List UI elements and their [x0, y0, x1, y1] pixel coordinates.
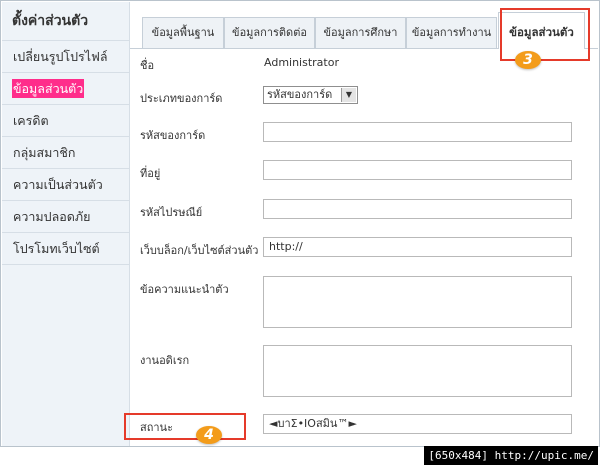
card-type-selected: รหัสของการ์ด: [267, 88, 333, 101]
image-host-footer: [650x484] http://upic.me/: [424, 446, 598, 465]
sidebar-item-security[interactable]: ความปลอดภัย: [2, 201, 129, 233]
tab-basic-info[interactable]: ข้อมูลพื้นฐาน: [142, 17, 224, 48]
settings-sidebar: ตั้งค่าส่วนตัว เปลี่ยนรูปโปรไฟล์ ข้อมูลส…: [2, 2, 130, 446]
tab-education-info[interactable]: ข้อมูลการศึกษา: [315, 17, 406, 48]
name-value: Administrator: [264, 56, 339, 69]
step-badge: 4: [196, 426, 222, 444]
tab-highlight-callout: [500, 8, 590, 61]
card-type-label: ประเภทของการ์ด: [140, 92, 223, 105]
sidebar-item-privacy[interactable]: ความเป็นส่วนตัว: [2, 169, 129, 201]
profile-content: ข้อมูลพื้นฐาน ข้อมูลการติดต่อ ข้อมูลการศ…: [124, 2, 598, 446]
settings-panel: ตั้งค่าส่วนตัว เปลี่ยนรูปโปรไฟล์ ข้อมูลส…: [0, 0, 600, 447]
name-label: ชื่อ: [140, 59, 155, 72]
website-label: เว็บบล็อก/เว็บไซต์ส่วนตัว: [140, 244, 259, 257]
sidebar-item-credit[interactable]: เครดิต: [2, 105, 129, 137]
sidebar-item-label: เครดิต: [13, 113, 49, 128]
profile-tabs: ข้อมูลพื้นฐาน ข้อมูลการติดต่อ ข้อมูลการศ…: [130, 2, 598, 69]
address-label: ที่อยู่: [140, 167, 161, 180]
bio-label: ข้อความแนะนำตัว: [140, 283, 229, 296]
sidebar-item-label: ความปลอดภัย: [13, 209, 91, 224]
tab-contact-info[interactable]: ข้อมูลการติดต่อ: [224, 17, 315, 48]
zipcode-input[interactable]: [263, 199, 572, 219]
sidebar-title: ตั้งค่าส่วนตัว: [2, 2, 129, 41]
website-input[interactable]: http://: [263, 237, 572, 257]
dropdown-arrow-icon: ▼: [341, 88, 356, 102]
address-input[interactable]: [263, 160, 572, 180]
sidebar-item-label: เปลี่ยนรูปโปรไฟล์: [13, 49, 108, 64]
sidebar-item-label: โปรโมทเว็บไซต์: [13, 241, 100, 256]
tab-work-info[interactable]: ข้อมูลการทำงาน: [406, 17, 497, 48]
sidebar-item-label: ข้อมูลส่วนตัว: [12, 79, 85, 98]
status-input[interactable]: ◄บาΣ•ІОสมิน™►: [263, 414, 572, 434]
sidebar-item-personal-info[interactable]: ข้อมูลส่วนตัว: [2, 73, 129, 105]
card-code-input[interactable]: [263, 122, 572, 142]
interests-label: งานอดิเรก: [140, 354, 190, 367]
sidebar-item-promote-website[interactable]: โปรโมทเว็บไซต์: [2, 233, 129, 265]
sidebar-item-label: กลุ่มสมาชิก: [13, 145, 76, 160]
interests-textarea[interactable]: [263, 345, 572, 397]
sidebar-item-change-avatar[interactable]: เปลี่ยนรูปโปรไฟล์: [2, 41, 129, 73]
card-type-select[interactable]: รหัสของการ์ด ▼: [263, 86, 358, 104]
status-label: สถานะ: [140, 421, 173, 434]
sidebar-item-member-group[interactable]: กลุ่มสมาชิก: [2, 137, 129, 169]
card-code-label: รหัสของการ์ด: [140, 129, 206, 142]
bio-textarea[interactable]: [263, 276, 572, 328]
zipcode-label: รหัสไปรษณีย์: [140, 206, 203, 219]
sidebar-item-label: ความเป็นส่วนตัว: [13, 177, 103, 192]
